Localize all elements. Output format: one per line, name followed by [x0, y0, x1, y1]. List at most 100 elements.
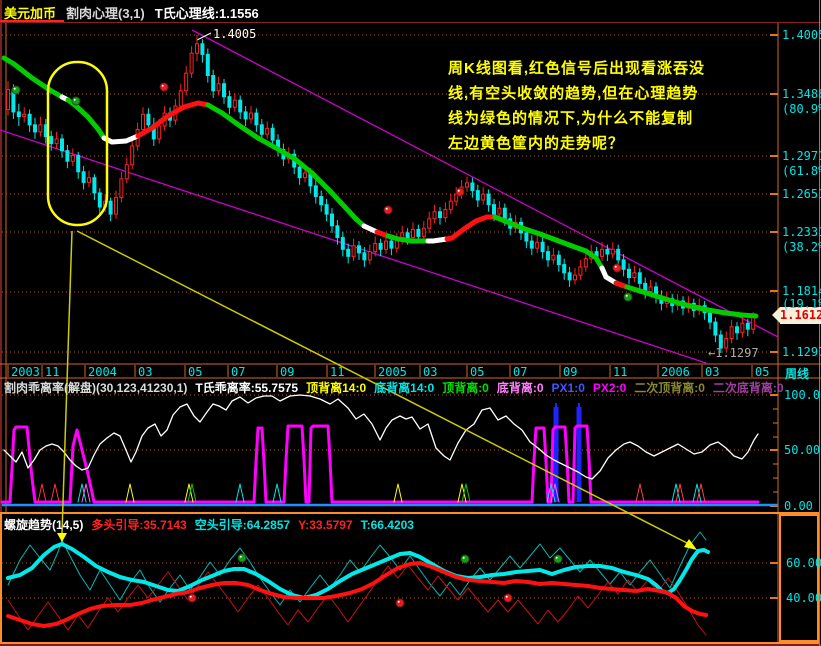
price-axis-label: 1.1814: [782, 284, 821, 298]
sell-signal-dot: [613, 264, 621, 272]
candle-body: [622, 260, 625, 269]
indicator-name[interactable]: 割肉心理(3,1): [66, 6, 145, 21]
date-label: 05: [755, 365, 769, 379]
low-price-label: ←1.1297: [708, 346, 759, 360]
signal-triangle: [126, 484, 134, 502]
sell-signal-dot: [384, 206, 392, 214]
dot-highlight: [458, 190, 460, 192]
panel2-header-item: T氏乖离率:55.7575: [195, 381, 298, 395]
date-label: 05: [470, 365, 484, 379]
date-label: 09: [563, 365, 577, 379]
signal-triangle: [672, 484, 680, 502]
candle-body: [476, 191, 479, 200]
date-label: 11: [613, 365, 627, 379]
candle-body: [212, 76, 215, 91]
annotation-text: 周K线图看,红色信号后出现看涨吞没 线,有空头收敛的趋势,但在心理趋势 线为绿色…: [448, 56, 705, 156]
price-axis-label: 1.2651: [782, 187, 821, 201]
candle-body: [320, 196, 323, 204]
callout-arrowhead-right: [684, 539, 697, 550]
candle-body: [206, 54, 209, 75]
date-label: 07: [513, 365, 527, 379]
candle-body: [336, 226, 339, 238]
signal-triangle: [697, 484, 705, 502]
psychology-ma-line: [295, 159, 312, 173]
candle-body: [325, 205, 328, 214]
psychology-ma-line: [672, 301, 690, 306]
dot-highlight: [463, 557, 465, 559]
sell-signal-dot: [160, 83, 168, 91]
candle-body: [147, 114, 150, 125]
signal-triangle: [38, 484, 46, 502]
candle-body: [433, 212, 436, 219]
date-label: 03: [423, 365, 437, 379]
candle-body: [125, 165, 128, 179]
candle-body: [363, 253, 366, 260]
date-label: 11: [330, 365, 344, 379]
dot-highlight: [386, 208, 388, 210]
candle-body: [482, 194, 485, 200]
signal-triangle: [693, 484, 701, 502]
candle-body: [341, 238, 344, 250]
panel3-header: 螺旋趋势(14,5)多头引导:35.7143空头引导:64.2857Y:33.5…: [4, 516, 422, 533]
peak-price-label: 1.4005: [213, 27, 256, 41]
candle-body: [17, 112, 20, 117]
candle-body: [347, 249, 350, 256]
candle-body: [471, 183, 474, 191]
candle-body: [314, 186, 317, 197]
candle-body: [633, 273, 636, 278]
candle-body: [120, 179, 123, 198]
candle-body: [34, 125, 37, 132]
candle-body: [557, 255, 560, 264]
panel2-header-item: 底背离:0: [497, 381, 544, 395]
candle-body: [250, 113, 253, 119]
candle-body: [574, 275, 577, 280]
candle-body: [493, 205, 496, 214]
candle-body: [541, 242, 544, 251]
candle-body: [498, 208, 501, 214]
candle-body: [228, 97, 231, 108]
dot-highlight: [74, 99, 76, 101]
active-panel-axis-box: [780, 515, 818, 641]
callout-arrowhead-down: [57, 533, 67, 542]
panel3-axis-label: 40.00: [786, 591, 821, 605]
signal-triangle: [236, 484, 244, 502]
candle-body: [617, 249, 620, 260]
candle-body: [385, 241, 388, 249]
candle-body: [98, 193, 101, 207]
candle-body: [525, 233, 528, 241]
candle-body: [449, 201, 452, 209]
signal-triangle: [636, 484, 644, 502]
candle-body: [552, 255, 555, 260]
dot-highlight: [398, 601, 400, 603]
date-label: 2004: [88, 365, 117, 379]
psychology-ma-line: [742, 315, 756, 316]
price-axis-label: 1.1297: [782, 345, 821, 359]
candle-body: [109, 201, 112, 214]
dot-highlight: [626, 295, 628, 297]
candle-body: [266, 128, 269, 134]
panel2-header: 割肉乖离率(解盘)(30,123,41230,1)T氏乖离率:55.7575顶背…: [4, 379, 792, 396]
thin-bear-zigzag: [8, 532, 706, 605]
candle-body: [709, 313, 712, 322]
price-axis-label: (80.9%): [782, 102, 821, 116]
date-label: 05: [188, 365, 202, 379]
instrument-name[interactable]: 美元加币: [4, 6, 56, 21]
signal-triangle: [82, 484, 90, 502]
date-label: 2006: [661, 365, 690, 379]
dot-highlight: [14, 88, 16, 90]
candle-body: [601, 249, 604, 256]
candle-body: [131, 146, 134, 165]
candle-body: [741, 323, 744, 332]
candle-body: [374, 243, 377, 251]
panel2-header-item: PX1:0: [552, 381, 585, 395]
psychology-ma-line: [708, 310, 726, 313]
charting-app-window: 美元加币割肉心理(3,1)T氏心理线:1.1556 周K线图看,红色信号后出现看…: [0, 0, 821, 646]
sell-signal-dot: [396, 599, 404, 607]
candle-body: [503, 208, 506, 219]
candle-body: [93, 178, 96, 193]
candle-body: [298, 167, 301, 178]
dot-highlight: [556, 557, 558, 559]
panel2-header-item: 顶背离:0: [442, 381, 489, 395]
candle-body: [185, 73, 188, 91]
panel2-header-item: PX2:0: [593, 381, 626, 395]
